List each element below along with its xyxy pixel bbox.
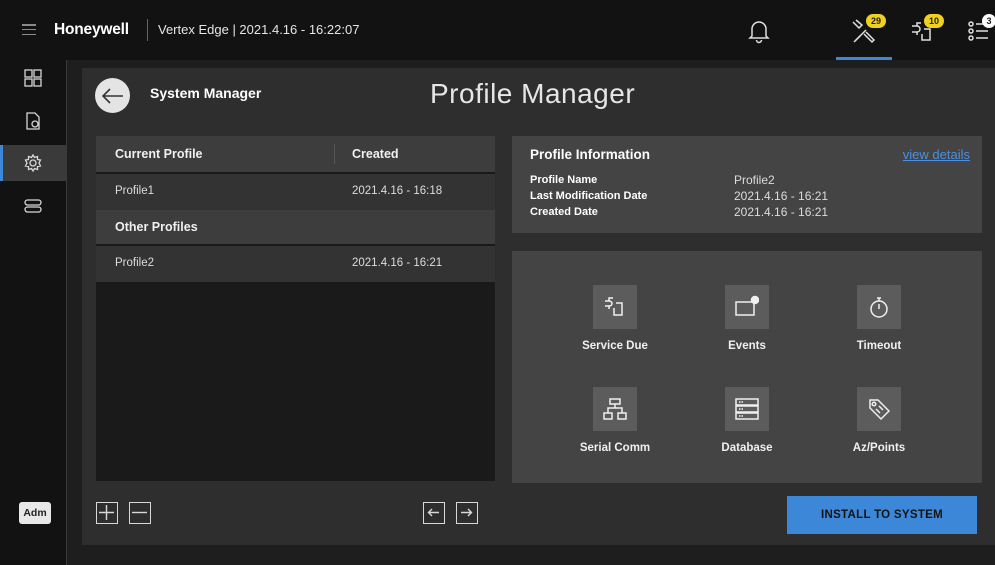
import-icon (427, 508, 439, 517)
service-icon[interactable]: 10 (900, 12, 944, 52)
view-details-link[interactable]: view details (903, 147, 970, 162)
profiles-table: Current Profile Created Profile1 2021.4.… (96, 136, 495, 481)
export-icon (461, 508, 473, 517)
timeout-icon (857, 285, 901, 329)
tools-badge: 29 (866, 14, 886, 28)
service-badge: 10 (924, 14, 944, 28)
feature-label: Serial Comm (579, 442, 651, 454)
active-top-indicator (836, 57, 892, 60)
column-header-current-profile: Current Profile (115, 147, 203, 161)
brand-logo: Honeywell (54, 21, 129, 38)
feature-label: Events (728, 340, 766, 352)
info-value-created-date: 2021.4.16 - 16:21 (734, 205, 829, 219)
menu-icon[interactable] (22, 24, 36, 36)
other-profiles-section: Other Profiles (96, 210, 495, 244)
main-panel: System Manager Profile Manager Current P… (82, 68, 995, 545)
list-badge: 3 (982, 14, 995, 28)
back-button[interactable] (95, 78, 130, 113)
feature-events[interactable]: Events (687, 285, 807, 365)
info-title: Profile Information (530, 147, 651, 162)
minus-icon (132, 511, 147, 514)
table-row[interactable]: Profile2 2021.4.16 - 16:21 (96, 246, 495, 282)
info-label-profile-name: Profile Name (530, 174, 598, 186)
feature-database[interactable]: Database (687, 387, 807, 467)
table-header: Current Profile Created (96, 136, 495, 172)
feature-label: Service Due (582, 340, 648, 352)
events-icon (725, 285, 769, 329)
left-rail: Adm (0, 60, 66, 565)
rail-divider (66, 60, 67, 565)
settings-icon (24, 154, 42, 172)
arrow-left-icon (101, 88, 123, 104)
profile-information-panel: Profile Information view details Profile… (512, 136, 982, 233)
top-bar: Honeywell Vertex Edge | 2021.4.16 - 16:2… (0, 0, 995, 60)
feature-label: Az/Points (852, 442, 906, 454)
profile-name: Profile1 (115, 185, 154, 197)
document-icon (26, 112, 40, 130)
add-profile-button[interactable] (96, 502, 118, 524)
column-header-created: Created (352, 147, 399, 161)
column-divider (334, 144, 335, 164)
profile-features-grid: Service Due Events Timeout Serial Comm D… (512, 251, 982, 483)
info-value-profile-name: Profile2 (734, 173, 775, 187)
import-button[interactable] (423, 502, 445, 524)
profile-created: 2021.4.16 - 16:21 (352, 257, 443, 269)
database-icon (725, 387, 769, 431)
rail-item-dashboard[interactable] (0, 60, 66, 96)
feature-label: Timeout (856, 340, 902, 352)
page-title: Profile Manager (430, 78, 636, 109)
export-button[interactable] (456, 502, 478, 524)
brand-divider (147, 19, 148, 41)
rail-item-devices[interactable] (0, 188, 66, 224)
rail-item-settings[interactable] (0, 145, 66, 181)
dashboard-icon (24, 69, 42, 87)
profile-created: 2021.4.16 - 16:18 (352, 185, 443, 197)
app-title: Vertex Edge | 2021.4.16 - 16:22:07 (158, 22, 360, 37)
feature-serial-comm[interactable]: Serial Comm (555, 387, 675, 467)
install-to-system-button[interactable]: INSTALL TO SYSTEM (787, 496, 977, 534)
table-row[interactable]: Profile1 2021.4.16 - 16:18 (96, 174, 495, 212)
section-label: Other Profiles (115, 220, 198, 234)
feature-timeout[interactable]: Timeout (819, 285, 939, 365)
info-label-modification-date: Last Modification Date (530, 190, 648, 202)
profile-name: Profile2 (115, 257, 154, 269)
info-value-modification-date: 2021.4.16 - 16:21 (734, 189, 829, 203)
list-icon[interactable]: 3 (958, 12, 995, 52)
serial-comm-icon (593, 387, 637, 431)
feature-label: Database (721, 442, 773, 454)
rail-item-documents[interactable] (0, 103, 66, 139)
devices-icon (24, 199, 42, 213)
service-due-icon (593, 285, 637, 329)
bell-icon[interactable] (738, 12, 782, 52)
remove-profile-button[interactable] (129, 502, 151, 524)
tools-icon[interactable]: 29 (842, 12, 886, 52)
user-avatar[interactable]: Adm (19, 502, 51, 524)
info-label-created-date: Created Date (530, 206, 598, 218)
feature-az-points[interactable]: Az/Points (819, 387, 939, 467)
az-points-icon (857, 387, 901, 431)
breadcrumb[interactable]: System Manager (150, 85, 261, 101)
plus-icon (99, 505, 114, 520)
feature-service-due[interactable]: Service Due (555, 285, 675, 365)
